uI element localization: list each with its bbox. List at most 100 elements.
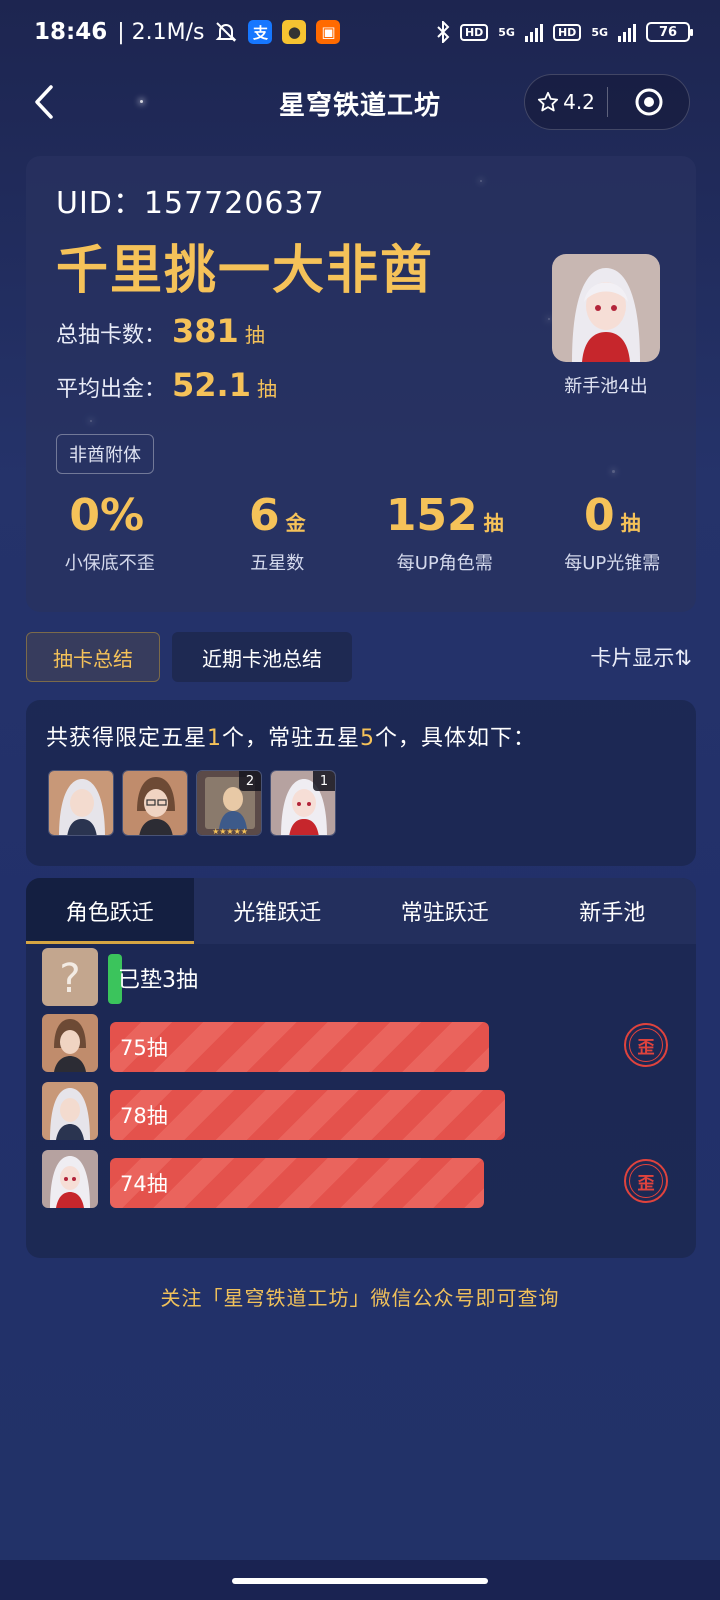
character-brown-hair-thumb[interactable] (122, 770, 188, 836)
rank-title: 千里挑一大非酋 (56, 241, 435, 301)
pity-row: ? 已垫3抽 (40, 948, 680, 1006)
avg-gold-label: 平均出金： (56, 377, 167, 402)
character-portrait-icon (42, 1014, 98, 1072)
nav-bar: 星穹铁道工坊 4.2 (0, 70, 720, 136)
character-portrait-icon (123, 771, 187, 835)
home-indicator[interactable] (232, 1578, 488, 1584)
tab-recent-pools[interactable]: 近期卡池总结 (172, 632, 352, 682)
hd-badge-2: HD (552, 23, 582, 41)
metric-label: 小保底不歪 (64, 553, 155, 574)
character-red-coat-thumb[interactable]: 1 (270, 770, 336, 836)
tab-standard-warp[interactable]: 常驻跃迁 (361, 878, 529, 944)
avatar (552, 254, 660, 362)
metric-unit: 抽 (620, 511, 641, 535)
svg-text:?: ? (59, 956, 80, 1002)
mute-bell-icon (216, 22, 237, 42)
footer-note: 关注「星穹铁道工坊」微信公众号即可查询 (160, 1286, 560, 1310)
uid-value: 157720637 (143, 186, 325, 221)
metric-five-star-count: 6金 五星数 (194, 490, 362, 575)
character-white-hair-avatar (42, 1082, 98, 1140)
bluetooth-icon (437, 21, 450, 43)
total-pulls-value: 381 (172, 312, 239, 350)
status-badge: 非酋附体 (56, 434, 154, 474)
shopping-icon: ▣ (316, 20, 341, 44)
app-icon: ● (282, 20, 307, 44)
metric-label: 每UP角色需 (396, 553, 493, 574)
five-star-summary: 共获得限定五星1个，常驻五星5个，具体如下： (46, 720, 536, 752)
alipay-icon: 支 (248, 20, 273, 44)
total-pulls-line: 总抽卡数： 381 抽 (56, 312, 265, 350)
tab-light-cone-warp[interactable]: 光锥跃迁 (194, 878, 362, 944)
metric-up-light-cone: 0抽 每UP光锥需 (529, 490, 697, 575)
five-star-prefix: 共获得限定五星 (46, 726, 208, 751)
warp-row: 75抽 歪 (40, 1014, 680, 1072)
metric-unit: 抽 (483, 511, 504, 535)
tab-beginner-warp[interactable]: 新手池 (529, 878, 697, 944)
status-net-speed: | 2.1M/s (117, 19, 205, 45)
lost-fifty-fifty-badge: 歪 (624, 1023, 668, 1067)
metric-value: 0 (583, 490, 615, 541)
page-title: 星穹铁道工坊 (278, 90, 441, 121)
miniprogram-capsule: 4.2 (524, 74, 690, 130)
warp-bar: 74抽 (110, 1158, 484, 1208)
character-brown-hair-avatar (42, 1014, 98, 1072)
duplicate-count: 1 (313, 771, 335, 791)
metric-value: 0% (69, 490, 145, 541)
avg-gold-line: 平均出金： 52.1 抽 (56, 366, 277, 404)
metric-up-character: 152 抽 每UP角色需 (361, 490, 529, 575)
metric-unit: 金 (285, 511, 306, 535)
warp-bar-label: 74抽 (120, 1172, 168, 1196)
pity-label: 已垫3抽 (118, 968, 198, 993)
metrics-row: 0% 小保底不歪 6金 五星数 152 抽 每UP角色需 0抽 每UP光锥需 (26, 490, 696, 575)
five-star-thumbs: ★★★★★ 2 1 (48, 770, 336, 836)
character-portrait-icon (552, 254, 660, 362)
card-mode-toggle[interactable]: 卡片显示⇅ (590, 642, 692, 672)
back-button[interactable] (24, 82, 64, 122)
warp-row: 78抽 (40, 1082, 680, 1140)
uid-line: UID：157720637 (56, 178, 325, 222)
chevron-left-icon (35, 85, 53, 119)
tab-character-warp[interactable]: 角色跃迁 (26, 878, 194, 944)
character-portrait-icon (42, 1150, 98, 1208)
light-cone-thumb[interactable]: ★★★★★ 2 (196, 770, 262, 836)
warp-history-card: 角色跃迁 光锥跃迁 常驻跃迁 新手池 ? 已垫3抽 75抽 歪 78抽 74抽 … (26, 878, 696, 1258)
total-pulls-label: 总抽卡数： (56, 323, 167, 348)
character-white-hair-thumb[interactable] (48, 770, 114, 836)
limited-count: 1 (207, 726, 223, 751)
signal-icon-1 (524, 22, 543, 42)
character-portrait-icon (49, 771, 113, 835)
character-portrait-icon (42, 1082, 98, 1140)
target-icon (635, 88, 662, 116)
tab-summary[interactable]: 抽卡总结 (26, 632, 160, 682)
status-bar: 18:46 | 2.1M/s 支 ● ▣ HD 5G HD 5G 76 (0, 0, 720, 64)
metric-value: 6 (248, 490, 280, 541)
rating-button[interactable]: 4.2 (525, 90, 607, 114)
avg-gold-unit: 抽 (256, 377, 277, 401)
avg-gold-value: 52.1 (172, 366, 251, 404)
metric-no-lose: 0% 小保底不歪 (26, 490, 194, 575)
close-miniprogram-button[interactable] (608, 87, 689, 117)
duplicate-count: 2 (239, 771, 261, 791)
star-icon (538, 91, 559, 112)
warp-tabs: 角色跃迁 光锥跃迁 常驻跃迁 新手池 (26, 878, 696, 944)
svg-text:★★★★★: ★★★★★ (212, 827, 248, 836)
lost-fifty-fifty-badge: 歪 (624, 1159, 668, 1203)
metric-label: 五星数 (250, 553, 305, 574)
total-pulls-unit: 抽 (244, 323, 265, 347)
avatar-caption: 新手池4出 (564, 376, 648, 397)
warp-bar: 75抽 (110, 1022, 489, 1072)
unknown-avatar: ? (42, 948, 98, 1006)
rating-value: 4.2 (563, 90, 595, 114)
question-mark-icon: ? (42, 948, 98, 1006)
status-time: 18:46 (34, 19, 108, 45)
uid-label: UID： (56, 186, 144, 221)
character-red-coat-avatar (42, 1150, 98, 1208)
warp-bar-label: 78抽 (120, 1104, 168, 1128)
5g-label-1: 5G (498, 25, 515, 39)
warp-bar: 78抽 (110, 1090, 505, 1140)
warp-bar-label: 75抽 (120, 1036, 168, 1060)
warp-row: 74抽 歪 (40, 1150, 680, 1208)
summary-card: UID：157720637 千里挑一大非酋 总抽卡数： 381 抽 平均出金： … (26, 156, 696, 612)
metric-value: 152 (385, 490, 478, 541)
five-star-card: 共获得限定五星1个，常驻五星5个，具体如下： ★★★★★ 2 1 (26, 700, 696, 866)
